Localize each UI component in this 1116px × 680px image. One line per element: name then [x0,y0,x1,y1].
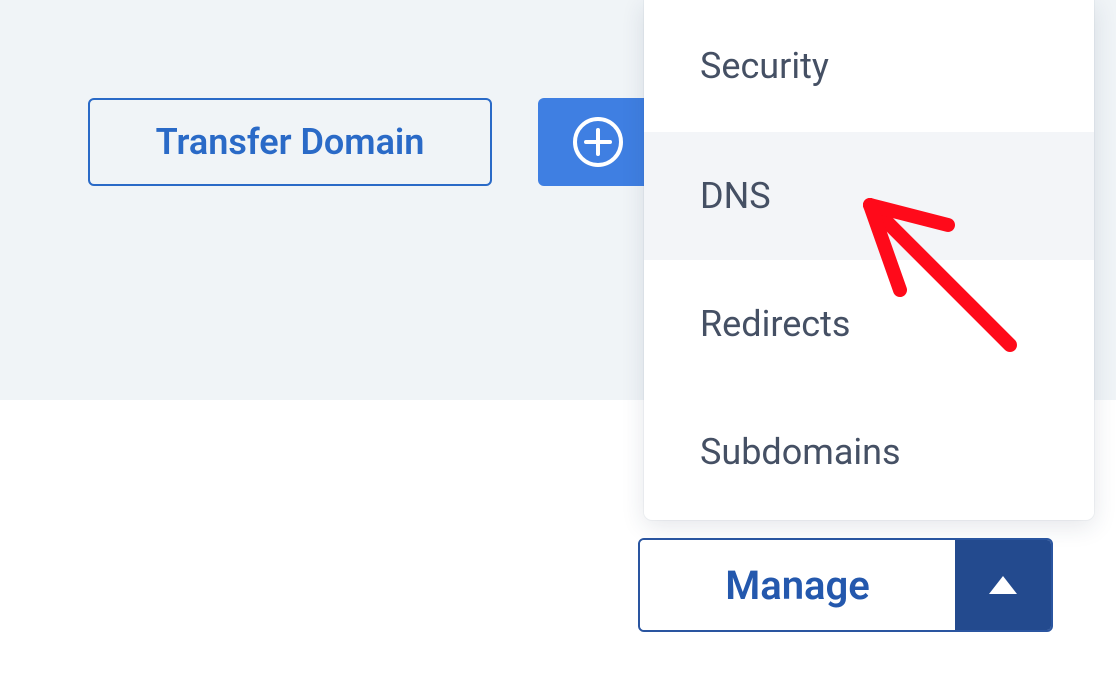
manage-caret-toggle[interactable] [955,540,1051,630]
dropdown-item-label: Subdomains [700,431,901,473]
transfer-domain-label: Transfer Domain [156,121,425,163]
manage-label: Manage [725,562,870,609]
plus-circle-icon [572,116,624,168]
dropdown-item-label: Redirects [700,303,851,345]
dropdown-item-dns[interactable]: DNS [644,132,1094,260]
dropdown-item-redirects[interactable]: Redirects [644,260,1094,388]
dropdown-item-subdomains[interactable]: Subdomains [644,388,1094,516]
manage-button-label-area[interactable]: Manage [640,540,955,630]
manage-dropdown-menu: Security DNS Redirects Subdomains [644,0,1094,520]
transfer-domain-button[interactable]: Transfer Domain [88,98,492,186]
dropdown-item-label: DNS [700,175,771,217]
manage-split-button[interactable]: Manage [638,538,1053,632]
add-button[interactable] [538,98,658,186]
caret-up-icon [989,576,1017,594]
dropdown-item-label: Security [700,45,829,87]
dropdown-item-security[interactable]: Security [644,0,1094,132]
